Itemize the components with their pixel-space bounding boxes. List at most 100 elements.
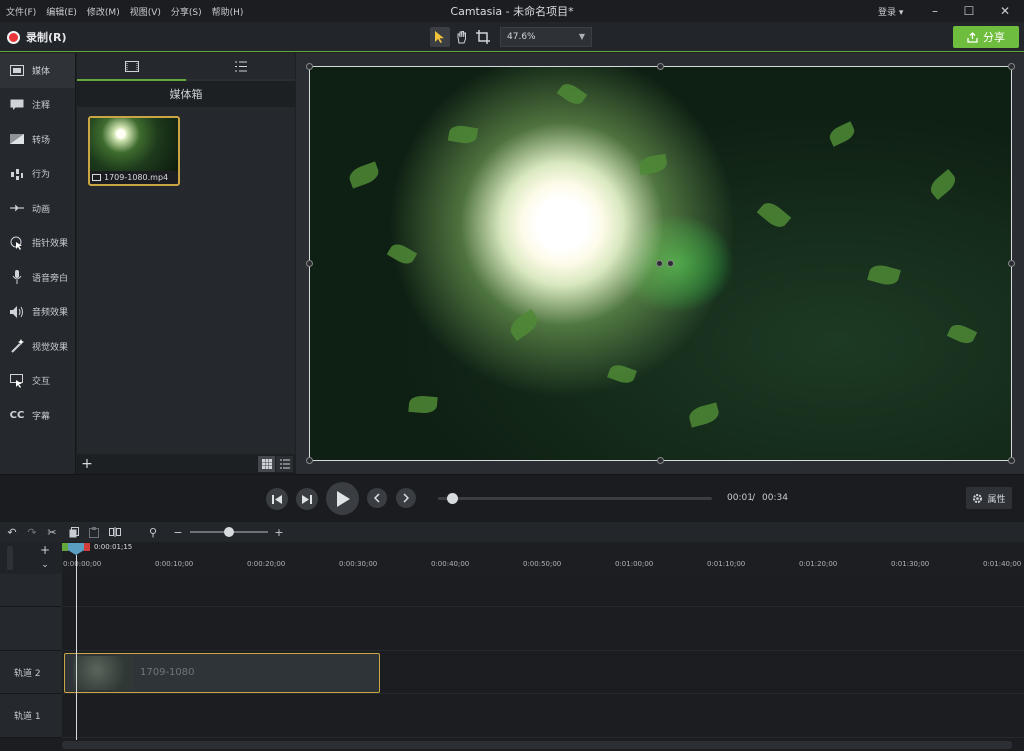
current-time: 00:01 bbox=[727, 493, 753, 503]
tab-media-bin[interactable] bbox=[77, 53, 186, 81]
zoom-fit-button[interactable]: ⚲ bbox=[145, 524, 161, 540]
add-media-button[interactable]: + bbox=[77, 454, 97, 474]
timeline-toolbar: ↶ ↷ ✂ ⚲ − + bbox=[0, 522, 1024, 542]
track-row[interactable] bbox=[62, 694, 1024, 738]
timeline-zoom-handle[interactable] bbox=[224, 527, 234, 537]
plus-icon: + bbox=[274, 525, 284, 539]
media-item[interactable]: 1709-1080.mp4 bbox=[88, 116, 180, 186]
center-handle[interactable] bbox=[667, 260, 674, 267]
copy-button[interactable] bbox=[66, 524, 82, 540]
maximize-button[interactable]: ☐ bbox=[952, 0, 986, 22]
pan-tool-button[interactable] bbox=[452, 27, 472, 47]
track-controls: + ⌄ bbox=[0, 542, 62, 574]
zoom-out-button[interactable]: − bbox=[170, 524, 186, 540]
menu-modify[interactable]: 修改(M) bbox=[87, 5, 120, 18]
sidebar-item-cursor-effects[interactable]: 指针效果 bbox=[0, 226, 75, 261]
chevron-down-icon: ▼ bbox=[578, 32, 585, 41]
captions-icon: CC bbox=[9, 409, 25, 421]
zoom-value: 47.6% bbox=[507, 32, 536, 42]
sidebar-item-transitions[interactable]: 转场 bbox=[0, 122, 75, 157]
behavior-icon bbox=[10, 167, 24, 181]
sidebar-item-animations[interactable]: 动画 bbox=[0, 191, 75, 226]
sidebar-item-label: 音频效果 bbox=[32, 308, 69, 319]
zoom-select[interactable]: 47.6% ▼ bbox=[500, 27, 592, 47]
sidebar-item-label: 行为 bbox=[32, 170, 51, 181]
sidebar-item-annotations[interactable]: 注释 bbox=[0, 88, 75, 123]
list-view-button[interactable] bbox=[276, 456, 293, 472]
canvas-preview[interactable] bbox=[296, 53, 1024, 474]
close-button[interactable]: ✕ bbox=[988, 0, 1022, 22]
record-icon bbox=[7, 30, 20, 44]
redo-button[interactable]: ↷ bbox=[24, 524, 40, 540]
properties-button[interactable]: 属性 bbox=[966, 487, 1012, 509]
playhead-time: 0:00:01;15 bbox=[94, 543, 133, 551]
sidebar-item-behaviors[interactable]: 行为 bbox=[0, 157, 75, 192]
resize-handle[interactable] bbox=[306, 457, 313, 464]
playhead-marker[interactable] bbox=[68, 543, 84, 555]
sidebar-item-label: 语音旁白 bbox=[32, 273, 69, 284]
sidebar-item-voice-narration[interactable]: 语音旁白 bbox=[0, 260, 75, 295]
add-track-button[interactable]: + bbox=[37, 543, 53, 557]
menu-file[interactable]: 文件(F) bbox=[6, 5, 36, 18]
menu-share[interactable]: 分享(S) bbox=[171, 5, 202, 18]
step-forward-button[interactable] bbox=[296, 488, 318, 510]
sidebar-item-media[interactable]: 媒体 bbox=[0, 53, 75, 88]
selection-start-handle[interactable] bbox=[62, 543, 68, 551]
sidebar-item-label: 交互 bbox=[32, 377, 51, 388]
next-marker-button[interactable] bbox=[396, 488, 416, 508]
step-back-button[interactable] bbox=[266, 488, 288, 510]
resize-handle[interactable] bbox=[657, 63, 664, 70]
split-button[interactable] bbox=[107, 524, 123, 540]
sidebar-item-interactivity[interactable]: 交互 bbox=[0, 364, 75, 399]
track-header-2[interactable]: 轨道 2 bbox=[0, 651, 62, 694]
tab-library[interactable] bbox=[186, 53, 295, 81]
center-handle[interactable] bbox=[656, 260, 663, 267]
sidebar-item-visual-effects[interactable]: 视觉效果 bbox=[0, 329, 75, 364]
select-tool-button[interactable] bbox=[430, 27, 450, 47]
track-row[interactable] bbox=[62, 607, 1024, 651]
resize-handle[interactable] bbox=[1008, 63, 1015, 70]
scrub-track[interactable] bbox=[438, 497, 712, 500]
sidebar-item-audio-effects[interactable]: 音频效果 bbox=[0, 295, 75, 330]
resize-handle[interactable] bbox=[306, 260, 313, 267]
upload-icon bbox=[967, 31, 978, 43]
timeline-scrollbar[interactable] bbox=[62, 741, 1012, 749]
cut-button[interactable]: ✂ bbox=[44, 524, 60, 540]
previous-marker-button[interactable] bbox=[367, 488, 387, 508]
menu-view[interactable]: 视图(V) bbox=[130, 5, 161, 18]
plus-icon: + bbox=[39, 543, 51, 557]
resize-handle[interactable] bbox=[1008, 457, 1015, 464]
menu-edit[interactable]: 编辑(E) bbox=[46, 5, 77, 18]
menu-help[interactable]: 帮助(H) bbox=[212, 5, 244, 18]
play-button[interactable] bbox=[326, 482, 359, 515]
resize-handle[interactable] bbox=[306, 63, 313, 70]
sidebar-item-label: 注释 bbox=[32, 101, 51, 112]
paste-button[interactable] bbox=[86, 524, 102, 540]
timeline-ruler[interactable]: + ⌄ 0:00:01;15 0:00:00;00 0:00:10;00 0:0… bbox=[0, 542, 1024, 574]
resize-handle[interactable] bbox=[1008, 260, 1015, 267]
crop-icon bbox=[476, 30, 490, 44]
ruler-tick-label: 0:00:10;00 bbox=[155, 560, 194, 568]
grid-view-button[interactable] bbox=[258, 456, 275, 472]
ruler-tick-label: 0:01:20;00 bbox=[799, 560, 838, 568]
track-name: 轨道 2 bbox=[14, 668, 41, 679]
undo-button[interactable]: ↶ bbox=[4, 524, 20, 540]
track-options-button[interactable]: ⌄ bbox=[37, 558, 53, 572]
track-row[interactable] bbox=[62, 574, 1024, 607]
share-button[interactable]: 分享 bbox=[953, 26, 1019, 48]
hand-icon bbox=[457, 31, 466, 44]
crop-tool-button[interactable] bbox=[473, 27, 493, 47]
track-height-slider[interactable] bbox=[7, 546, 13, 570]
sidebar-item-captions[interactable]: CC 字幕 bbox=[0, 398, 75, 433]
sidebar-item-label: 媒体 bbox=[32, 66, 51, 77]
scrub-handle[interactable] bbox=[447, 493, 458, 504]
track-header-1[interactable]: 轨道 1 bbox=[0, 694, 62, 738]
zoom-in-button[interactable]: + bbox=[271, 524, 287, 540]
timeline-clip[interactable]: 1709-1080 bbox=[64, 653, 380, 693]
record-button[interactable]: 录制(R) bbox=[7, 29, 67, 45]
minimize-button[interactable]: – bbox=[918, 0, 952, 22]
resize-handle[interactable] bbox=[657, 457, 664, 464]
selection-end-handle[interactable] bbox=[84, 543, 90, 551]
menu-bar: 文件(F) 编辑(E) 修改(M) 视图(V) 分享(S) 帮助(H) bbox=[0, 5, 243, 18]
login-menu[interactable]: 登录 ▾ bbox=[878, 5, 903, 18]
